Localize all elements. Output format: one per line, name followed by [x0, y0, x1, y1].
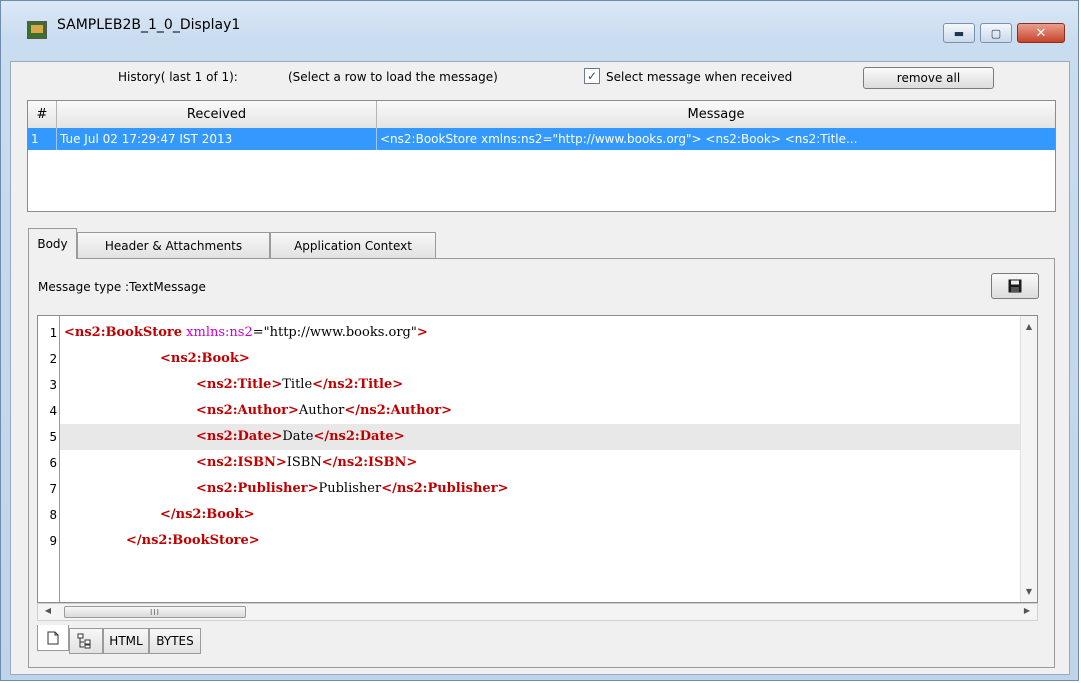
xml-open-tag: <ns2:ISBN> — [196, 455, 287, 470]
line-number: 2 — [49, 351, 57, 366]
row-received: Tue Jul 02 17:29:47 IST 2013 — [57, 128, 377, 150]
code-line-5: <ns2:Date>Date</ns2:Date> — [60, 424, 1037, 450]
line-number-gutter: 1 2 3 4 5 6 7 8 9 — [38, 316, 60, 602]
xml-close-tag: </ns2:Date> — [313, 429, 405, 444]
tree-view-icon — [77, 633, 91, 649]
line-number: 6 — [49, 455, 57, 470]
xml-text: ISBN — [286, 455, 322, 470]
column-header-received[interactable]: Received — [57, 101, 377, 128]
minimize-icon: ▬ — [953, 26, 965, 40]
xml-attribute: xmlns:ns2 — [182, 325, 253, 340]
tab-application-context[interactable]: Application Context — [270, 232, 436, 258]
xml-tag: </ns2:Book> — [160, 507, 255, 522]
line-number: 1 — [49, 325, 57, 340]
xml-open-tag: <ns2:Author> — [196, 403, 299, 418]
code-line-4: <ns2:Author>Author</ns2:Author> — [60, 398, 1037, 424]
tab-header-attachments[interactable]: Header & Attachments — [77, 232, 270, 258]
code-line-2: <ns2:Book> — [60, 346, 1037, 372]
checkmark-icon: ✓ — [586, 69, 598, 83]
row-message: <ns2:BookStore xmlns:ns2="http://www.boo… — [380, 132, 858, 146]
xml-open-tag: <ns2:Date> — [196, 429, 283, 444]
line-number: 7 — [49, 481, 57, 496]
xml-close-tag: </ns2:Author> — [344, 403, 452, 418]
xml-close-tag: </ns2:ISBN> — [321, 455, 418, 470]
select-when-received-checkbox[interactable]: ✓ — [584, 68, 600, 84]
scroll-up-icon[interactable]: ▲ — [1021, 322, 1037, 331]
code-line-7: <ns2:Publisher>Publisher</ns2:Publisher> — [60, 476, 1037, 502]
row-num: 1 — [28, 128, 57, 150]
table-header: # Received Message — [28, 101, 1055, 129]
window-title: SAMPLEB2B_1_0_Display1 — [57, 17, 241, 33]
close-icon: ✕ — [1035, 25, 1047, 41]
line-number: 5 — [49, 429, 57, 444]
tab-text-view[interactable] — [37, 625, 69, 651]
history-table: # Received Message 1 Tue Jul 02 17:29:47… — [27, 100, 1056, 212]
xml-text: Title — [282, 377, 313, 392]
maximize-button[interactable]: ▢ — [980, 23, 1012, 43]
select-when-received-label: Select message when received — [606, 70, 793, 84]
app-window: SAMPLEB2B_1_0_Display1 ▬ ▢ ✕ History( la… — [0, 0, 1079, 681]
tab-tree-view[interactable] — [69, 628, 103, 654]
xml-editor[interactable]: 1 2 3 4 5 6 7 8 9 <ns2:BookStore xmlns:n… — [37, 315, 1038, 603]
app-icon — [27, 21, 47, 39]
minimize-button[interactable]: ▬ — [943, 23, 975, 43]
xml-open-tag: <ns2:BookStore — [64, 325, 183, 340]
tab-body[interactable]: Body — [28, 228, 77, 259]
xml-attribute-value: "http://www.books.org" — [263, 325, 417, 340]
client-area: History( last 1 of 1): (Select a row to … — [10, 61, 1070, 675]
maximize-icon: ▢ — [990, 26, 1002, 40]
line-number: 4 — [49, 403, 57, 418]
code-line-8: </ns2:Book> — [60, 502, 1037, 528]
scroll-right-icon[interactable]: ▶ — [1019, 606, 1035, 615]
code-line-6: <ns2:ISBN>ISBN</ns2:ISBN> — [60, 450, 1037, 476]
code-line-1: <ns2:BookStore xmlns:ns2="http://www.boo… — [60, 320, 1027, 346]
xml-tag: </ns2:BookStore> — [126, 533, 260, 548]
tab-html-view[interactable]: HTML — [103, 628, 149, 654]
floppy-disk-icon — [1008, 279, 1022, 293]
scroll-thumb[interactable]: III — [64, 606, 246, 618]
table-row[interactable]: 1 Tue Jul 02 17:29:47 IST 2013 <ns2:Book… — [28, 128, 1055, 150]
history-label: History( last 1 of 1): — [118, 70, 238, 84]
line-number: 8 — [49, 507, 57, 522]
save-button[interactable] — [991, 273, 1039, 299]
scroll-left-icon[interactable]: ◀ — [40, 606, 56, 615]
xml-close-tag: </ns2:Title> — [312, 377, 404, 392]
history-bar: History( last 1 of 1): (Select a row to … — [11, 62, 1069, 92]
line-number: 3 — [49, 377, 57, 392]
xml-text: Author — [298, 403, 345, 418]
scroll-down-icon[interactable]: ▼ — [1021, 587, 1037, 596]
code-line-3: <ns2:Title>Title</ns2:Title> — [60, 372, 1037, 398]
history-hint: (Select a row to load the message) — [288, 70, 498, 84]
xml-text: Date — [282, 429, 314, 444]
code-line-9: </ns2:BookStore> — [60, 528, 1037, 554]
message-type-label: Message type :TextMessage — [38, 280, 206, 294]
xml-bracket: > — [416, 325, 428, 340]
tab-bytes-view[interactable]: BYTES — [149, 628, 201, 654]
column-header-num[interactable]: # — [28, 101, 57, 128]
document-icon — [47, 631, 59, 644]
xml-text: Publisher — [318, 481, 382, 496]
vertical-scrollbar[interactable]: ▲ ▼ — [1020, 316, 1037, 602]
column-header-message[interactable]: Message — [377, 101, 1055, 128]
horizontal-scrollbar[interactable]: ◀ III ▶ — [37, 603, 1038, 621]
line-number: 9 — [49, 533, 57, 548]
xml-equals: = — [252, 325, 264, 340]
body-panel: Message type :TextMessage 1 2 3 4 5 6 7 — [28, 258, 1055, 668]
xml-tag: <ns2:Book> — [160, 351, 250, 366]
xml-open-tag: <ns2:Publisher> — [196, 481, 319, 496]
close-button[interactable]: ✕ — [1017, 23, 1065, 43]
xml-open-tag: <ns2:Title> — [196, 377, 283, 392]
xml-close-tag: </ns2:Publisher> — [381, 481, 509, 496]
remove-all-button[interactable]: remove all — [863, 67, 994, 89]
